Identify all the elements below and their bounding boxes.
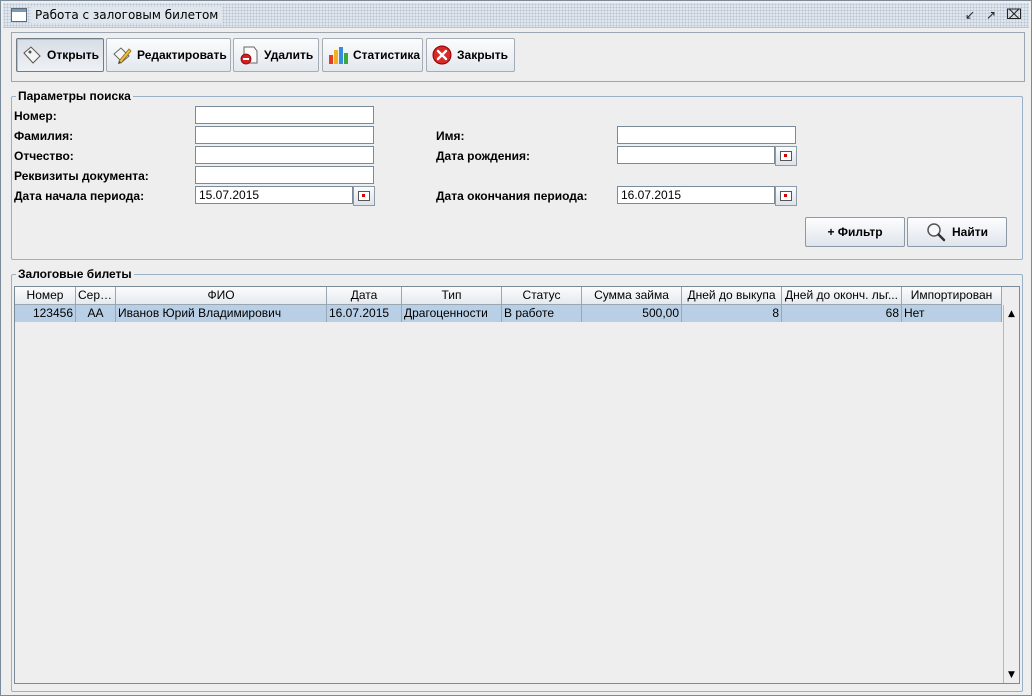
bar-chart-icon xyxy=(329,47,348,64)
table-row[interactable]: 123456 АА Иванов Юрий Владимирович 16.07… xyxy=(15,305,1002,322)
close-button[interactable]: Закрыть xyxy=(426,38,515,72)
delete-icon xyxy=(240,46,258,65)
birthdate-label: Дата рождения: xyxy=(436,149,531,163)
number-input[interactable] xyxy=(195,106,374,124)
column-header-loan-amount[interactable]: Сумма займа xyxy=(582,287,682,305)
cell-fio: Иванов Юрий Владимирович xyxy=(116,305,327,322)
vertical-scrollbar[interactable]: ▲ ▼ xyxy=(1003,305,1019,683)
calendar-icon xyxy=(780,151,792,161)
number-label: Номер: xyxy=(14,109,57,123)
cell-type: Драгоценности xyxy=(402,305,502,322)
window-title: Работа с залоговым билетом xyxy=(31,7,223,23)
close-icon[interactable]: ⌧ xyxy=(1006,8,1022,22)
document-label: Реквизиты документа: xyxy=(14,169,149,183)
statistics-button[interactable]: Статистика xyxy=(322,38,423,72)
open-button-label: Открыть xyxy=(47,48,100,62)
calendar-icon xyxy=(780,191,792,201)
window-icon xyxy=(11,8,27,22)
delete-button-label: Удалить xyxy=(264,48,314,62)
maximize-icon[interactable]: ↗ xyxy=(984,8,998,22)
search-panel: Параметры поиска Номер: Фамилия: Имя: От… xyxy=(11,89,1023,260)
column-header-status[interactable]: Статус xyxy=(502,287,582,305)
cell-date: 16.07.2015 xyxy=(327,305,402,322)
column-header-number[interactable]: Номер xyxy=(15,287,76,305)
column-header-date[interactable]: Дата xyxy=(327,287,402,305)
table-header: Номер Серия ФИО Дата Тип Статус Сумма за… xyxy=(15,287,1002,305)
title-bar[interactable]: Работа с залоговым билетом ↙ ↗ ⌧ xyxy=(3,3,1029,28)
period-start-input[interactable]: 15.07.2015 xyxy=(195,186,353,204)
birthdate-calendar-button[interactable] xyxy=(775,146,797,166)
pencil-icon xyxy=(113,47,132,64)
cell-number: 123456 xyxy=(15,305,76,322)
patronymic-input[interactable] xyxy=(195,146,374,164)
minimize-icon[interactable]: ↙ xyxy=(963,8,977,22)
delete-button[interactable]: Удалить xyxy=(233,38,319,72)
cell-series: АА xyxy=(76,305,116,322)
filter-button[interactable]: + Фильтр xyxy=(805,217,905,247)
window-frame: Работа с залоговым билетом ↙ ↗ ⌧ Открыть… xyxy=(0,0,1032,696)
column-header-imported[interactable]: Импортирован xyxy=(902,287,1002,305)
period-end-input[interactable]: 16.07.2015 xyxy=(617,186,775,204)
column-header-series[interactable]: Серия xyxy=(76,287,116,305)
cell-days-to-grace-end: 68 xyxy=(782,305,902,322)
tag-icon xyxy=(23,46,41,64)
period-start-calendar-button[interactable] xyxy=(353,186,375,206)
close-circle-icon xyxy=(432,45,452,65)
cell-loan-amount: 500,00 xyxy=(582,305,682,322)
column-header-days-to-grace-end[interactable]: Дней до оконч. льг... xyxy=(782,287,902,305)
calendar-icon xyxy=(358,191,370,201)
column-header-days-to-redeem[interactable]: Дней до выкупа xyxy=(682,287,782,305)
find-button-label: Найти xyxy=(952,225,988,239)
column-header-type[interactable]: Тип xyxy=(402,287,502,305)
search-panel-legend: Параметры поиска xyxy=(16,89,133,103)
open-button[interactable]: Открыть xyxy=(16,38,104,72)
magnifier-icon xyxy=(927,223,946,242)
find-button[interactable]: Найти xyxy=(907,217,1007,247)
document-input[interactable] xyxy=(195,166,374,184)
birthdate-input[interactable] xyxy=(617,146,775,164)
period-end-calendar-button[interactable] xyxy=(775,186,797,206)
scroll-up-icon[interactable]: ▲ xyxy=(1005,307,1018,320)
tickets-table: Номер Серия ФИО Дата Тип Статус Сумма за… xyxy=(14,286,1020,684)
close-button-label: Закрыть xyxy=(457,48,509,62)
lastname-input[interactable] xyxy=(195,126,374,144)
column-header-fio[interactable]: ФИО xyxy=(116,287,327,305)
patronymic-label: Отчество: xyxy=(14,149,74,163)
period-end-label: Дата окончания периода: xyxy=(436,189,588,203)
period-start-label: Дата начала периода: xyxy=(14,189,145,203)
toolbar: Открыть Редактировать Удалить Статистика… xyxy=(11,32,1025,82)
firstname-label: Имя: xyxy=(436,129,465,143)
edit-button-label: Редактировать xyxy=(137,48,227,62)
lastname-label: Фамилия: xyxy=(14,129,74,143)
cell-imported: Нет xyxy=(902,305,1002,322)
firstname-input[interactable] xyxy=(617,126,796,144)
scroll-down-icon[interactable]: ▼ xyxy=(1005,668,1018,681)
tickets-panel-legend: Залоговые билеты xyxy=(16,267,134,281)
cell-days-to-redeem: 8 xyxy=(682,305,782,322)
cell-status: В работе xyxy=(502,305,582,322)
edit-button[interactable]: Редактировать xyxy=(106,38,231,72)
statistics-button-label: Статистика xyxy=(353,48,421,62)
